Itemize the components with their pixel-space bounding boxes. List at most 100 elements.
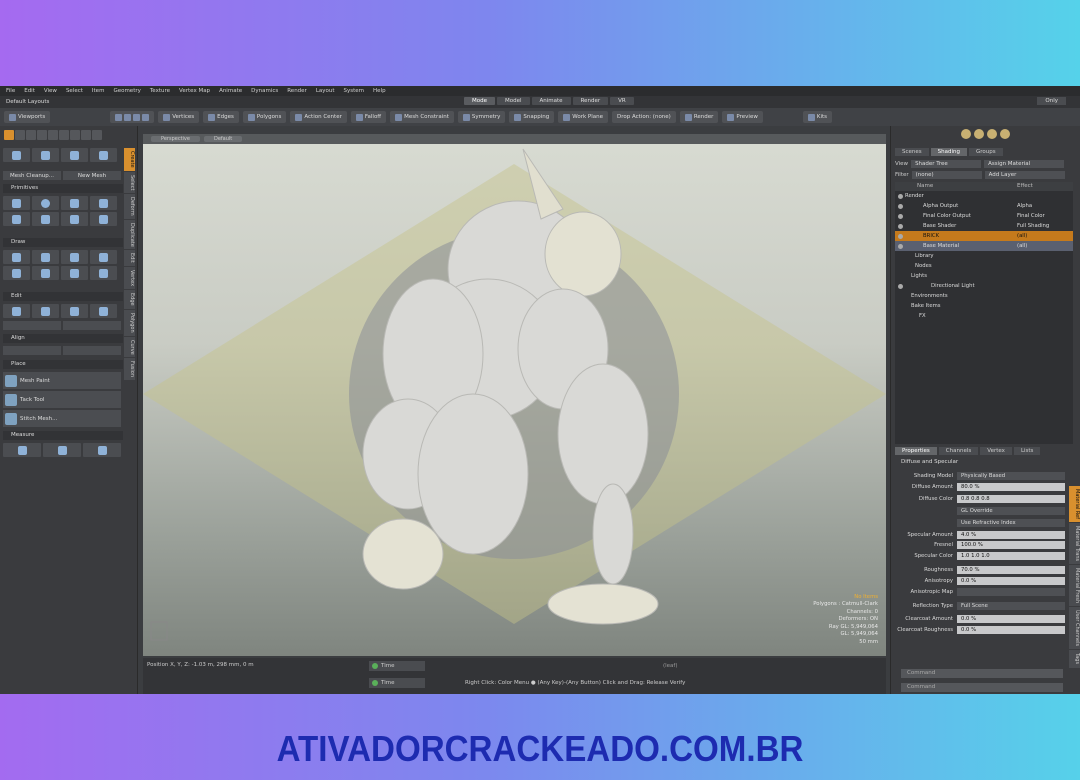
- mesh-constraint-button[interactable]: Mesh Constraint: [390, 111, 454, 123]
- draw-header[interactable]: Draw: [3, 238, 123, 247]
- layout-tab-vr[interactable]: VR: [610, 97, 634, 105]
- element-mode-icon[interactable]: [59, 130, 69, 140]
- property-value[interactable]: 0.0 %: [957, 576, 1065, 585]
- tree-row[interactable]: Directional Light: [895, 281, 1073, 291]
- sketch-button[interactable]: [90, 250, 117, 264]
- align-header[interactable]: Align: [3, 334, 123, 343]
- layout-tab-mode[interactable]: Mode: [464, 97, 495, 105]
- transform-mode-icon[interactable]: [48, 130, 58, 140]
- tab-channels[interactable]: Channels: [938, 447, 979, 455]
- symmetry-button[interactable]: Symmetry: [457, 111, 506, 123]
- work-plane-button[interactable]: Work Plane: [558, 111, 608, 123]
- eye-icon[interactable]: [898, 264, 903, 269]
- eye-icon[interactable]: [898, 304, 903, 309]
- property-value[interactable]: Use Refractive Index: [957, 518, 1065, 527]
- property-value[interactable]: GL Override: [957, 506, 1065, 515]
- tree-row[interactable]: Lights: [895, 271, 1073, 281]
- property-value[interactable]: 0.8 0.8 0.8: [957, 494, 1065, 503]
- menu-layout[interactable]: Layout: [316, 88, 335, 94]
- tab-create[interactable]: Create: [124, 148, 135, 171]
- add-layer-button[interactable]: Add Layer: [984, 170, 1065, 179]
- box-draw-button[interactable]: [90, 266, 117, 280]
- tab-material-trans[interactable]: Material Trans: [1069, 523, 1080, 565]
- bezier-button[interactable]: [32, 266, 59, 280]
- tree-row[interactable]: Environments: [895, 291, 1073, 301]
- bounding-box-button[interactable]: [83, 443, 121, 457]
- menu-help[interactable]: Help: [373, 88, 386, 94]
- pen-button[interactable]: [3, 250, 30, 264]
- copy-button[interactable]: [32, 304, 59, 318]
- eye-icon[interactable]: [898, 233, 903, 239]
- menu-texture[interactable]: Texture: [150, 88, 170, 94]
- plane-button[interactable]: [32, 250, 59, 264]
- eye-icon[interactable]: [898, 203, 903, 209]
- new-mesh-button[interactable]: New Mesh: [63, 171, 121, 180]
- menu-system[interactable]: System: [344, 88, 365, 94]
- menu-item[interactable]: Item: [92, 88, 105, 94]
- layout-tab-model[interactable]: Model: [497, 97, 530, 105]
- tab-properties[interactable]: Properties: [895, 447, 937, 455]
- tab-polygon[interactable]: Polygon: [124, 309, 135, 336]
- tree-row[interactable]: Library: [895, 251, 1073, 261]
- 3d-viewport[interactable]: Perspective Default No Items Polygons: …: [143, 134, 886, 656]
- drop-action-dropdown[interactable]: Drop Action: (none): [612, 111, 676, 123]
- eye-icon[interactable]: [898, 294, 903, 299]
- environment-icon[interactable]: [987, 129, 997, 139]
- cut-button[interactable]: [3, 304, 30, 318]
- menu-render[interactable]: Render: [287, 88, 307, 94]
- snapping-button[interactable]: Snapping: [509, 111, 555, 123]
- measure-header[interactable]: Measure: [3, 431, 123, 440]
- menu-vertex-map[interactable]: Vertex Map: [179, 88, 210, 94]
- eye-icon[interactable]: [898, 314, 903, 319]
- primitives-header[interactable]: Primitives: [3, 184, 123, 193]
- tab-vertex[interactable]: Vertex: [980, 447, 1012, 455]
- property-value[interactable]: 4.0 %: [957, 530, 1065, 539]
- camera-icon[interactable]: [1000, 129, 1010, 139]
- property-value[interactable]: 80.0 %: [957, 482, 1065, 491]
- property-value[interactable]: [957, 587, 1065, 596]
- tab-vertex[interactable]: Vertex: [124, 267, 135, 290]
- capsule-button[interactable]: [61, 212, 88, 226]
- tab-deform[interactable]: Deform: [124, 194, 135, 219]
- tree-row[interactable]: Base Shader Full Shading: [895, 221, 1073, 231]
- tree-row[interactable]: FX: [895, 311, 1073, 321]
- curve-button[interactable]: [61, 250, 88, 264]
- disc-button[interactable]: [61, 196, 88, 210]
- cone-button[interactable]: [90, 196, 117, 210]
- tab-fusion[interactable]: Fusion: [124, 358, 135, 381]
- eye-icon[interactable]: [898, 193, 903, 199]
- stitch-mesh-button[interactable]: Stitch Mesh...: [3, 410, 121, 427]
- select-mode-icon[interactable]: [4, 130, 14, 140]
- kits-button[interactable]: Kits: [802, 111, 833, 123]
- paste-button[interactable]: [61, 304, 88, 318]
- merge-button[interactable]: [90, 304, 117, 318]
- search-icon[interactable]: [81, 130, 91, 140]
- assign-material-button[interactable]: Assign Material: [984, 159, 1065, 168]
- tab-edit[interactable]: Edit: [124, 250, 135, 267]
- tree-row[interactable]: Alpha Output Alpha: [895, 201, 1073, 211]
- tab-tags[interactable]: Tags: [1069, 650, 1080, 668]
- preview-button[interactable]: Preview: [722, 111, 763, 123]
- eye-icon[interactable]: [898, 223, 903, 229]
- move-mode-icon[interactable]: [15, 130, 25, 140]
- edit-header[interactable]: Edit: [3, 292, 123, 301]
- align-right-button[interactable]: [63, 346, 121, 355]
- menu-dynamics[interactable]: Dynamics: [251, 88, 278, 94]
- text-button[interactable]: [90, 212, 117, 226]
- tack-tool-button[interactable]: Tack Tool: [3, 391, 121, 408]
- eye-icon[interactable]: [898, 213, 903, 219]
- tree-row[interactable]: Nodes: [895, 261, 1073, 271]
- property-value[interactable]: 1.0 1.0 1.0: [957, 551, 1065, 560]
- sphere-button[interactable]: [32, 196, 59, 210]
- material-ball-icon[interactable]: [961, 129, 971, 139]
- command-input-2[interactable]: Command: [901, 683, 1063, 692]
- property-value[interactable]: Full Scene: [957, 601, 1065, 610]
- menu-edit[interactable]: Edit: [24, 88, 35, 94]
- eye-icon[interactable]: [898, 283, 903, 289]
- action-center-button[interactable]: Action Center: [290, 111, 347, 123]
- rotate-mode-icon[interactable]: [26, 130, 36, 140]
- tab-edge[interactable]: Edge: [124, 290, 135, 309]
- sculpt-button[interactable]: [3, 148, 30, 162]
- spline-button[interactable]: [3, 266, 30, 280]
- tree-row[interactable]: BRICK (all): [895, 231, 1073, 241]
